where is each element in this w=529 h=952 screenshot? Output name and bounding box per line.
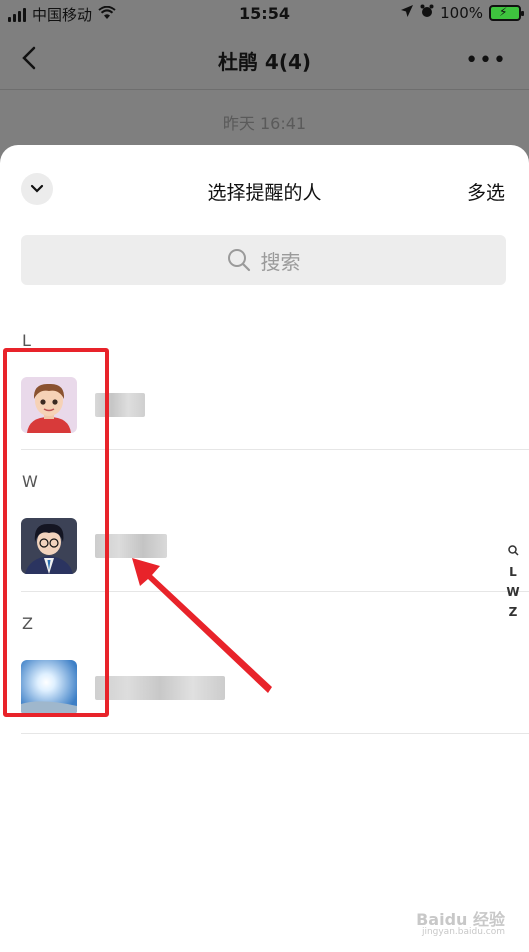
chat-title: 杜鹃 4(4) (217, 50, 312, 74)
more-icon[interactable]: ••• (465, 48, 507, 73)
search-input[interactable]: 搜索 (21, 235, 506, 285)
alphabet-index-bar[interactable]: L W Z (505, 545, 521, 619)
contact-name-blurred (95, 676, 225, 700)
alarm-icon (420, 4, 434, 22)
multi-select-button[interactable]: 多选 (467, 178, 505, 205)
search-placeholder: 搜索 (260, 249, 301, 274)
divider (21, 733, 529, 734)
index-search-icon[interactable] (507, 545, 519, 559)
watermark-url: jingyan.baidu.com (421, 927, 505, 938)
chat-timestamp: 昨天 16:41 (222, 114, 307, 133)
battery-percent: 100% (440, 4, 483, 22)
index-letter[interactable]: W (506, 585, 519, 599)
location-icon (400, 4, 414, 22)
highlight-box (3, 348, 109, 717)
search-icon (227, 249, 250, 272)
battery-icon: ⚡ (489, 5, 524, 21)
index-letter[interactable]: L (509, 565, 517, 579)
watermark-brand: Baidu 经验 (416, 909, 505, 929)
status-right: 100% ⚡ (400, 4, 524, 22)
chat-header: 杜鹃 4(4) ••• (0, 28, 529, 90)
watermark: Baidu 经验 jingyan.baidu.com (416, 909, 505, 938)
index-letter[interactable]: Z (509, 605, 518, 619)
status-bar: 中国移动 15:54 100% ⚡ (0, 0, 529, 28)
sheet-title: 选择提醒的人 (207, 182, 322, 204)
